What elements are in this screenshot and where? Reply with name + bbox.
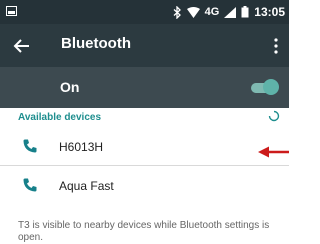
toggle-thumb	[263, 79, 279, 95]
page-title: Bluetooth	[61, 35, 131, 52]
available-devices-header: Available devices	[18, 112, 102, 123]
signal-icon	[224, 6, 237, 18]
scanning-spinner-icon	[268, 110, 280, 122]
screenshot-notification-icon	[6, 6, 17, 16]
visibility-note: T3 is visible to nearby devices while Bl…	[18, 220, 270, 243]
overflow-menu-icon[interactable]	[271, 36, 281, 56]
device-row[interactable]: H6013H	[0, 129, 289, 165]
device-name: Aqua Fast	[59, 179, 114, 193]
bluetooth-toggle[interactable]	[249, 79, 279, 95]
annotation-arrow-icon	[258, 146, 289, 158]
bluetooth-status-icon	[173, 5, 181, 19]
back-arrow-icon[interactable]	[12, 36, 32, 56]
device-row[interactable]: Aqua Fast	[0, 168, 289, 204]
network-type: 4G	[204, 6, 220, 18]
bluetooth-switch-bar[interactable]: On	[0, 67, 289, 108]
app-toolbar: Bluetooth	[0, 24, 289, 67]
clock: 13:05	[254, 5, 285, 19]
phone-icon	[23, 139, 37, 153]
status-bar: 4G 13:05	[0, 0, 289, 24]
list-divider	[0, 165, 289, 166]
bluetooth-switch-label: On	[60, 79, 80, 95]
wifi-icon	[186, 6, 200, 18]
device-name: H6013H	[59, 140, 104, 154]
phone-icon	[23, 178, 37, 192]
battery-icon	[241, 6, 249, 18]
